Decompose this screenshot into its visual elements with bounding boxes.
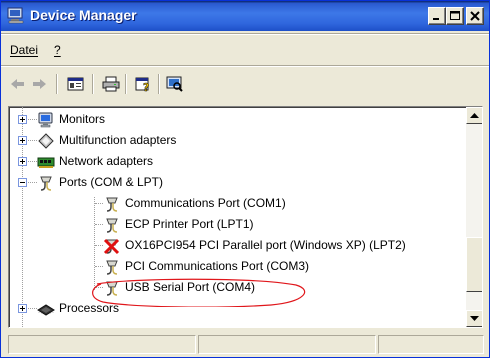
forward-arrow-icon[interactable] [28, 74, 50, 94]
tree-guide-line [95, 245, 103, 246]
network-adapter-icon [37, 153, 55, 171]
tree-node-label: PCI Communications Port (COM3) [125, 259, 310, 273]
svg-text:?: ? [143, 81, 149, 92]
minimize-button[interactable] [428, 7, 446, 25]
port-connector-icon [103, 279, 121, 297]
status-bar [1, 332, 489, 357]
disabled-port-icon [103, 237, 121, 255]
expand-icon[interactable] [18, 115, 27, 124]
port-connector-icon [103, 216, 121, 234]
window-title: Device Manager [30, 7, 137, 23]
tree-node-label: Multifunction adapters [59, 133, 177, 147]
tree-guide-line [95, 287, 103, 288]
tree-guide-line [28, 161, 37, 162]
tree-node-label: OX16PCI954 PCI Parallel port (Windows XP… [125, 238, 406, 252]
tree-guide-line [28, 182, 37, 183]
tree-guide-line [95, 266, 103, 267]
menu-bar: Datei ? [1, 31, 489, 67]
vertical-scrollbar[interactable] [466, 107, 482, 327]
menu-help[interactable]: ? [54, 43, 61, 57]
collapse-icon[interactable] [18, 178, 27, 187]
tree-node-com3[interactable]: PCI Communications Port (COM3) [9, 256, 464, 277]
expand-icon[interactable] [18, 304, 27, 313]
scroll-up-button[interactable] [466, 107, 482, 124]
tree-guide-line [95, 224, 103, 225]
port-connector-icon [103, 258, 121, 276]
tree-node-label: Network adapters [59, 154, 154, 168]
status-pane [378, 335, 484, 354]
status-pane [8, 335, 196, 354]
port-connector-icon [37, 174, 55, 192]
tree-guide-line [28, 119, 37, 120]
expand-icon[interactable] [18, 157, 27, 166]
tree-node-lpt2[interactable]: OX16PCI954 PCI Parallel port (Windows XP… [9, 235, 464, 256]
processor-icon [37, 300, 55, 318]
tree-node-ports[interactable]: Ports (COM & LPT) [9, 172, 464, 193]
tree-node-com4[interactable]: USB Serial Port (COM4) [9, 277, 464, 298]
tree-node-com1[interactable]: Communications Port (COM1) [9, 193, 464, 214]
tree-node-label: Monitors [59, 112, 106, 126]
port-connector-icon [103, 195, 121, 213]
toolbar: ? [1, 69, 489, 99]
tree-node-label: USB Serial Port (COM4) [125, 280, 256, 294]
menu-bottom-divider [1, 65, 489, 67]
toolbar-separator [125, 74, 127, 94]
monitor-icon [37, 111, 55, 129]
menu-top-divider [1, 33, 489, 35]
tree-node-label: Processors [59, 301, 120, 315]
close-button[interactable] [466, 7, 484, 25]
title-bar[interactable]: Device Manager [1, 1, 489, 31]
device-manager-window: Device Manager Datei ? ? Monitors Multif… [0, 0, 490, 358]
tree-node-processors[interactable]: Processors [9, 298, 464, 319]
expand-icon[interactable] [18, 136, 27, 145]
print-icon[interactable] [100, 74, 122, 94]
maximize-button[interactable] [446, 7, 464, 25]
tree-guide-line [28, 140, 37, 141]
device-tree[interactable]: Monitors Multifunction adapters Network … [8, 106, 483, 328]
toolbar-separator [92, 74, 94, 94]
tree-node-multifunction-adapters[interactable]: Multifunction adapters [9, 130, 464, 151]
tree-node-monitors[interactable]: Monitors [9, 109, 464, 130]
back-arrow-icon[interactable] [7, 74, 29, 94]
scrollbar-thumb[interactable] [466, 237, 482, 292]
tree-node-label: Ports (COM & LPT) [59, 175, 164, 189]
status-pane [198, 335, 376, 354]
scroll-down-button[interactable] [466, 310, 482, 327]
help-icon[interactable]: ? [132, 74, 154, 94]
toolbar-separator [56, 74, 58, 94]
tree-guide-line [28, 308, 37, 309]
menu-datei[interactable]: Datei [10, 43, 38, 57]
properties-icon[interactable] [65, 74, 87, 94]
tree-node-network-adapters[interactable]: Network adapters [9, 151, 464, 172]
device-manager-icon [7, 7, 25, 24]
tree-node-label: Communications Port (COM1) [125, 196, 286, 210]
multifunction-adapter-icon [37, 132, 55, 150]
device-tree-content: Monitors Multifunction adapters Network … [9, 107, 464, 327]
scan-hardware-icon[interactable] [164, 74, 186, 94]
toolbar-separator [158, 74, 160, 94]
tree-node-label: ECP Printer Port (LPT1) [125, 217, 254, 231]
tree-guide-line [95, 203, 103, 204]
tree-node-lpt1[interactable]: ECP Printer Port (LPT1) [9, 214, 464, 235]
